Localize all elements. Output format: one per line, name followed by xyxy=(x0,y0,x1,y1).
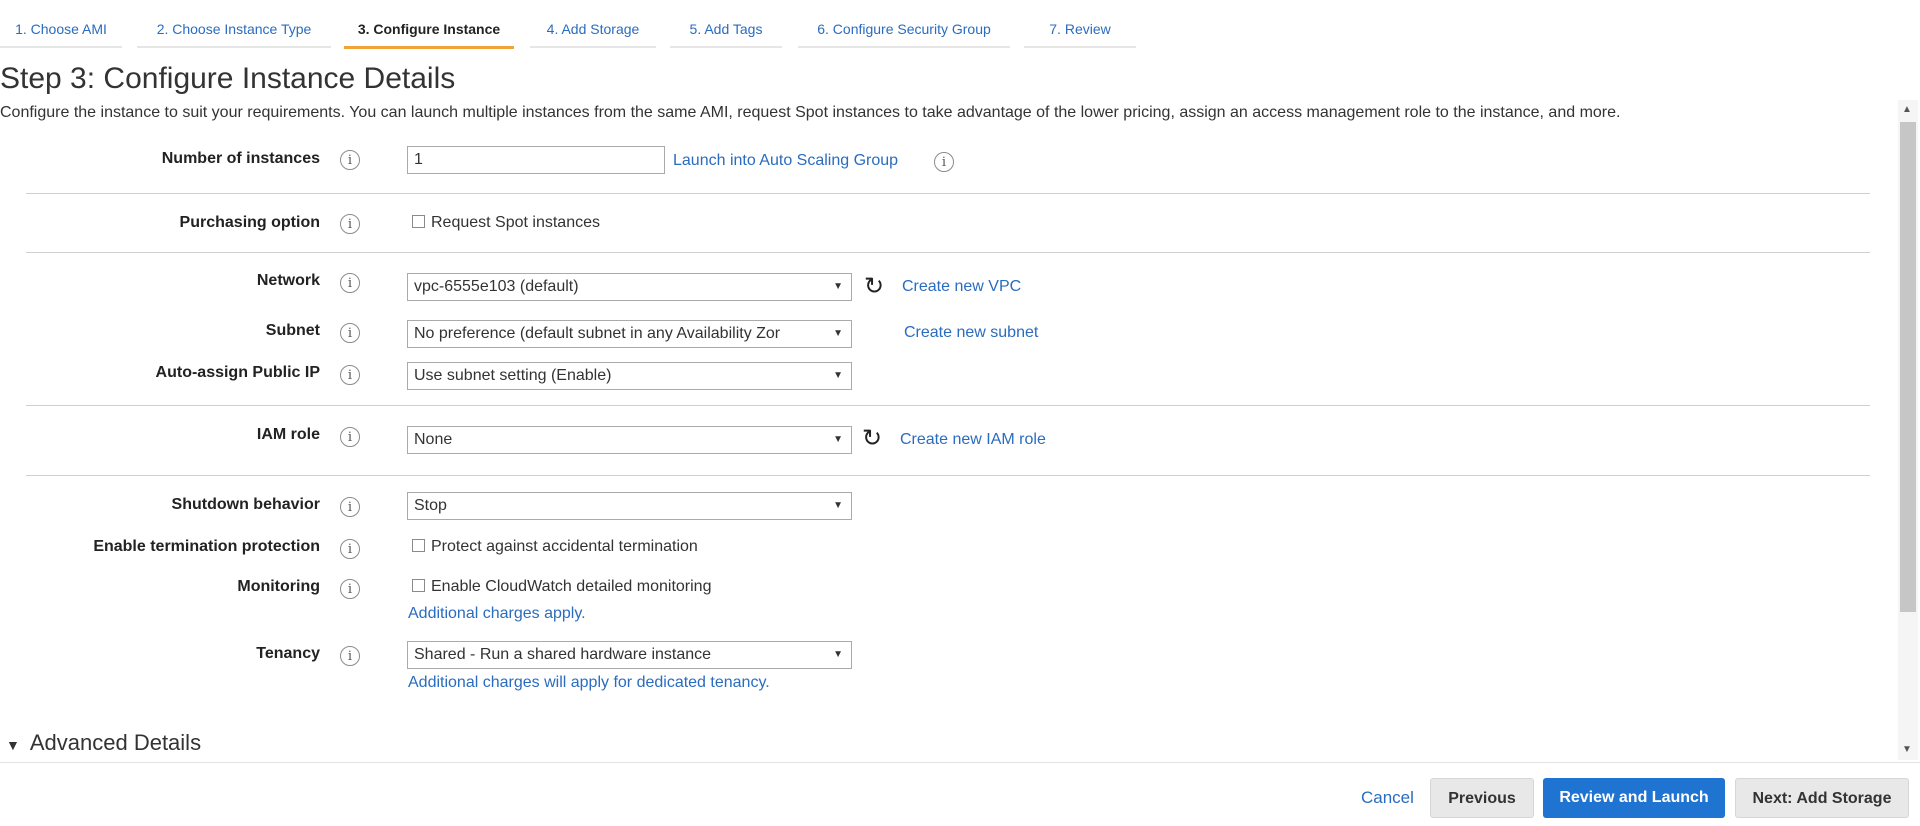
tenancy-charges-link[interactable]: Additional charges will apply for dedica… xyxy=(408,674,770,692)
info-icon[interactable]: i xyxy=(934,152,954,172)
scroll-up-icon[interactable]: ▲ xyxy=(1902,104,1912,115)
label-auto-assign-public-ip: Auto-assign Public IP xyxy=(155,364,320,381)
request-spot-label: Request Spot instances xyxy=(431,214,600,231)
launch-auto-scaling-link[interactable]: Launch into Auto Scaling Group xyxy=(673,152,898,170)
previous-button[interactable]: Previous xyxy=(1430,778,1534,818)
info-icon[interactable]: i xyxy=(340,646,360,666)
info-icon[interactable]: i xyxy=(340,497,360,517)
info-icon[interactable]: i xyxy=(340,427,360,447)
tab-choose-ami[interactable]: 1. Choose AMI xyxy=(0,0,122,48)
chevron-down-icon: ▼ xyxy=(833,434,843,445)
tenancy-value: Shared - Run a shared hardware instance xyxy=(414,646,712,663)
label-network: Network xyxy=(256,272,320,289)
tab-choose-instance-type[interactable]: 2. Choose Instance Type xyxy=(137,0,331,48)
scroll-down-icon[interactable]: ▼ xyxy=(1902,744,1912,755)
wizard-tabs: 1. Choose AMI 2. Choose Instance Type 3.… xyxy=(0,0,1920,52)
chevron-down-icon: ▼ xyxy=(833,500,843,511)
advanced-details-label: Advanced Details xyxy=(29,730,202,755)
tab-review[interactable]: 7. Review xyxy=(1024,0,1136,48)
label-tenancy: Tenancy xyxy=(256,645,320,662)
monitoring-charges-link[interactable]: Additional charges apply. xyxy=(408,605,586,623)
iam-role-value: None xyxy=(414,431,453,448)
auto-assign-ip-value: Use subnet setting (Enable) xyxy=(414,367,612,384)
page-title: Step 3: Configure Instance Details xyxy=(0,62,456,95)
network-select[interactable]: vpc-6555e103 (default) ▼ xyxy=(407,273,852,301)
chevron-down-icon: ▼ xyxy=(833,370,843,381)
info-icon[interactable]: i xyxy=(340,214,360,234)
shutdown-behavior-value: Stop xyxy=(414,497,447,514)
subnet-select[interactable]: No preference (default subnet in any Ava… xyxy=(407,320,852,348)
request-spot-checkbox[interactable] xyxy=(412,215,425,228)
info-icon[interactable]: i xyxy=(340,273,360,293)
cancel-link[interactable]: Cancel xyxy=(1361,788,1414,808)
info-icon[interactable]: i xyxy=(340,579,360,599)
create-new-vpc-link[interactable]: Create new VPC xyxy=(902,278,1021,296)
divider xyxy=(26,405,1870,406)
info-icon[interactable]: i xyxy=(340,323,360,343)
auto-assign-ip-select[interactable]: Use subnet setting (Enable) ▼ xyxy=(407,362,852,390)
info-icon[interactable]: i xyxy=(340,539,360,559)
review-and-launch-button[interactable]: Review and Launch xyxy=(1543,778,1725,818)
termination-protection-checkbox[interactable] xyxy=(412,539,425,552)
iam-role-select[interactable]: None ▼ xyxy=(407,426,852,454)
refresh-icon[interactable]: ↻ xyxy=(862,426,882,450)
shutdown-behavior-select[interactable]: Stop ▼ xyxy=(407,492,852,520)
label-number-of-instances: Number of instances xyxy=(161,150,320,167)
divider xyxy=(26,193,1870,194)
label-shutdown-behavior: Shutdown behavior xyxy=(171,496,320,513)
page-description: Configure the instance to suit your requ… xyxy=(0,104,1621,121)
refresh-icon[interactable]: ↻ xyxy=(864,274,884,298)
create-new-iam-role-link[interactable]: Create new IAM role xyxy=(900,431,1046,449)
label-termination-protection: Enable termination protection xyxy=(93,538,320,555)
label-purchasing-option: Purchasing option xyxy=(179,214,320,231)
info-icon[interactable]: i xyxy=(340,150,360,170)
label-subnet: Subnet xyxy=(265,322,320,339)
chevron-down-icon: ▼ xyxy=(833,328,843,339)
subnet-select-value: No preference (default subnet in any Ava… xyxy=(414,325,781,342)
divider xyxy=(26,252,1870,253)
advanced-details-toggle[interactable]: ▼ Advanced Details xyxy=(6,730,201,756)
tab-add-tags[interactable]: 5. Add Tags xyxy=(670,0,782,48)
tab-configure-security-group[interactable]: 6. Configure Security Group xyxy=(798,0,1010,48)
cloudwatch-monitoring-checkbox[interactable] xyxy=(412,579,425,592)
number-of-instances-input[interactable]: 1 xyxy=(407,146,665,174)
tab-configure-instance[interactable]: 3. Configure Instance xyxy=(344,0,514,49)
label-iam-role: IAM role xyxy=(256,426,320,443)
scrollbar-thumb[interactable] xyxy=(1900,122,1916,612)
footer-divider xyxy=(0,762,1920,763)
create-new-subnet-link[interactable]: Create new subnet xyxy=(904,324,1038,342)
chevron-down-icon: ▼ xyxy=(833,649,843,660)
divider xyxy=(26,475,1870,476)
tab-add-storage[interactable]: 4. Add Storage xyxy=(530,0,656,48)
label-monitoring: Monitoring xyxy=(237,578,320,595)
network-select-value: vpc-6555e103 (default) xyxy=(414,278,579,295)
next-add-storage-button[interactable]: Next: Add Storage xyxy=(1735,778,1909,818)
tenancy-select[interactable]: Shared - Run a shared hardware instance … xyxy=(407,641,852,669)
info-icon[interactable]: i xyxy=(340,365,360,385)
caret-down-icon: ▼ xyxy=(6,737,20,753)
cloudwatch-monitoring-label: Enable CloudWatch detailed monitoring xyxy=(431,578,712,595)
chevron-down-icon: ▼ xyxy=(833,281,843,292)
termination-protection-label: Protect against accidental termination xyxy=(431,538,698,555)
